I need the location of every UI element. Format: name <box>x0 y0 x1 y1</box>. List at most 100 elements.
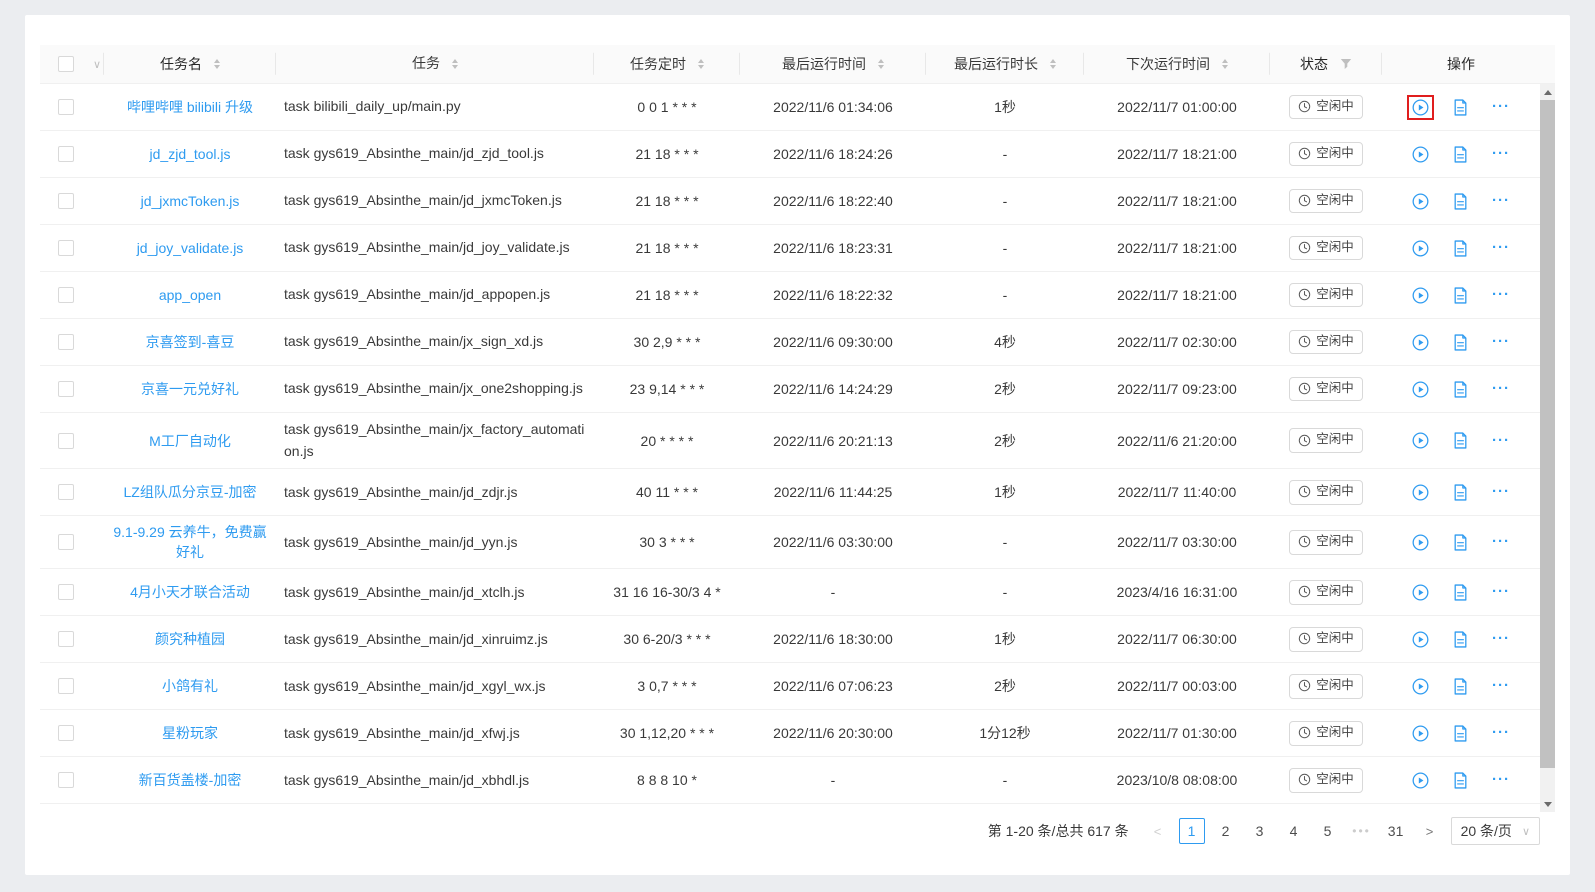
sort-caret-icon[interactable] <box>698 59 704 69</box>
page-button-5[interactable]: 5 <box>1315 818 1341 844</box>
page-button-2[interactable]: 2 <box>1213 818 1239 844</box>
task-name-link[interactable]: 京喜签到-喜豆 <box>146 332 235 352</box>
more-actions-button[interactable]: ··· <box>1487 677 1515 695</box>
column-header-task[interactable]: 任务 <box>276 45 594 83</box>
task-name-link[interactable]: jd_zjd_tool.js <box>150 146 231 162</box>
sort-caret-icon[interactable] <box>214 59 220 69</box>
run-task-button[interactable] <box>1407 674 1434 699</box>
sort-caret-icon[interactable] <box>452 59 458 69</box>
task-name-link[interactable]: 9.1-9.29 云养牛，免费赢好礼 <box>112 522 268 562</box>
run-task-button[interactable] <box>1407 721 1434 746</box>
row-checkbox[interactable] <box>58 725 74 741</box>
page-button-4[interactable]: 4 <box>1281 818 1307 844</box>
view-log-button[interactable] <box>1448 428 1473 453</box>
row-checkbox[interactable] <box>58 99 74 115</box>
row-checkbox[interactable] <box>58 146 74 162</box>
scrollbar-thumb[interactable] <box>1540 100 1555 768</box>
run-task-button[interactable] <box>1407 95 1434 120</box>
column-header-last-run[interactable]: 最后运行时间 <box>740 45 926 83</box>
view-log-button[interactable] <box>1448 283 1473 308</box>
sort-caret-icon[interactable] <box>878 59 884 69</box>
view-log-button[interactable] <box>1448 95 1473 120</box>
run-task-button[interactable] <box>1407 627 1434 652</box>
task-name-link[interactable]: 京喜一元兑好礼 <box>141 379 239 399</box>
task-name-link[interactable]: LZ组队瓜分京豆-加密 <box>124 482 257 502</box>
task-name-link[interactable]: jd_joy_validate.js <box>137 240 244 256</box>
task-name-link[interactable]: 新百货盖楼-加密 <box>139 770 242 790</box>
page-size-select[interactable]: 20 条/页 ∨ <box>1451 817 1540 845</box>
view-log-button[interactable] <box>1448 189 1473 214</box>
run-task-button[interactable] <box>1407 283 1434 308</box>
run-task-button[interactable] <box>1407 428 1434 453</box>
view-log-button[interactable] <box>1448 142 1473 167</box>
task-name-link[interactable]: M工厂自动化 <box>149 431 231 451</box>
more-actions-button[interactable]: ··· <box>1487 533 1515 551</box>
task-name-link[interactable]: 4月小天才联合活动 <box>130 582 250 602</box>
sort-caret-icon[interactable] <box>1050 59 1056 69</box>
scroll-up-arrow-icon[interactable] <box>1540 84 1555 100</box>
run-task-button[interactable] <box>1407 580 1434 605</box>
more-actions-button[interactable]: ··· <box>1487 333 1515 351</box>
task-name-link[interactable]: 哔哩哔哩 bilibili 升级 <box>127 97 253 117</box>
scroll-down-arrow-icon[interactable] <box>1540 796 1555 812</box>
run-task-button[interactable] <box>1407 530 1434 555</box>
prev-page-button[interactable]: < <box>1145 818 1171 844</box>
next-page-button[interactable]: > <box>1417 818 1443 844</box>
more-actions-button[interactable]: ··· <box>1487 483 1515 501</box>
more-actions-button[interactable]: ··· <box>1487 286 1515 304</box>
column-header-duration[interactable]: 最后运行时长 <box>926 45 1084 83</box>
sort-caret-icon[interactable] <box>1222 59 1228 69</box>
row-checkbox[interactable] <box>58 678 74 694</box>
row-checkbox[interactable] <box>58 240 74 256</box>
column-header-cron[interactable]: 任务定时 <box>594 45 740 83</box>
page-button-1[interactable]: 1 <box>1179 818 1205 844</box>
view-log-button[interactable] <box>1448 721 1473 746</box>
view-log-button[interactable] <box>1448 236 1473 261</box>
row-checkbox[interactable] <box>58 631 74 647</box>
page-button-last[interactable]: 31 <box>1383 818 1409 844</box>
more-actions-button[interactable]: ··· <box>1487 98 1515 116</box>
view-log-button[interactable] <box>1448 627 1473 652</box>
more-actions-button[interactable]: ··· <box>1487 432 1515 450</box>
select-all-checkbox[interactable] <box>58 56 74 72</box>
scrollbar-track[interactable] <box>1540 768 1555 796</box>
selection-dropdown-chevron-icon[interactable]: ∨ <box>93 58 101 71</box>
more-actions-button[interactable]: ··· <box>1487 192 1515 210</box>
row-checkbox[interactable] <box>58 433 74 449</box>
task-name-link[interactable]: 小鸽有礼 <box>162 676 218 696</box>
row-checkbox[interactable] <box>58 334 74 350</box>
view-log-button[interactable] <box>1448 674 1473 699</box>
page-button-3[interactable]: 3 <box>1247 818 1273 844</box>
row-checkbox[interactable] <box>58 534 74 550</box>
more-actions-button[interactable]: ··· <box>1487 724 1515 742</box>
view-log-button[interactable] <box>1448 768 1473 793</box>
run-task-button[interactable] <box>1407 236 1434 261</box>
column-header-next-run[interactable]: 下次运行时间 <box>1084 45 1270 83</box>
task-name-link[interactable]: jd_jxmcToken.js <box>141 193 240 209</box>
more-actions-button[interactable]: ··· <box>1487 380 1515 398</box>
row-checkbox[interactable] <box>58 772 74 788</box>
jump-pages-ellipsis-icon[interactable]: ••• <box>1349 818 1375 844</box>
row-checkbox[interactable] <box>58 484 74 500</box>
more-actions-button[interactable]: ··· <box>1487 583 1515 601</box>
run-task-button[interactable] <box>1407 142 1434 167</box>
run-task-button[interactable] <box>1407 768 1434 793</box>
vertical-scrollbar[interactable] <box>1540 84 1555 812</box>
column-header-name[interactable]: 任务名 <box>104 45 276 83</box>
run-task-button[interactable] <box>1407 377 1434 402</box>
view-log-button[interactable] <box>1448 480 1473 505</box>
task-name-link[interactable]: 颜究种植园 <box>155 629 225 649</box>
view-log-button[interactable] <box>1448 580 1473 605</box>
row-checkbox[interactable] <box>58 193 74 209</box>
more-actions-button[interactable]: ··· <box>1487 145 1515 163</box>
run-task-button[interactable] <box>1407 330 1434 355</box>
more-actions-button[interactable]: ··· <box>1487 630 1515 648</box>
row-checkbox[interactable] <box>58 381 74 397</box>
task-name-link[interactable]: 星粉玩家 <box>162 723 218 743</box>
row-checkbox[interactable] <box>58 287 74 303</box>
row-checkbox[interactable] <box>58 584 74 600</box>
filter-funnel-icon[interactable] <box>1340 58 1352 70</box>
more-actions-button[interactable]: ··· <box>1487 239 1515 257</box>
view-log-button[interactable] <box>1448 377 1473 402</box>
view-log-button[interactable] <box>1448 330 1473 355</box>
